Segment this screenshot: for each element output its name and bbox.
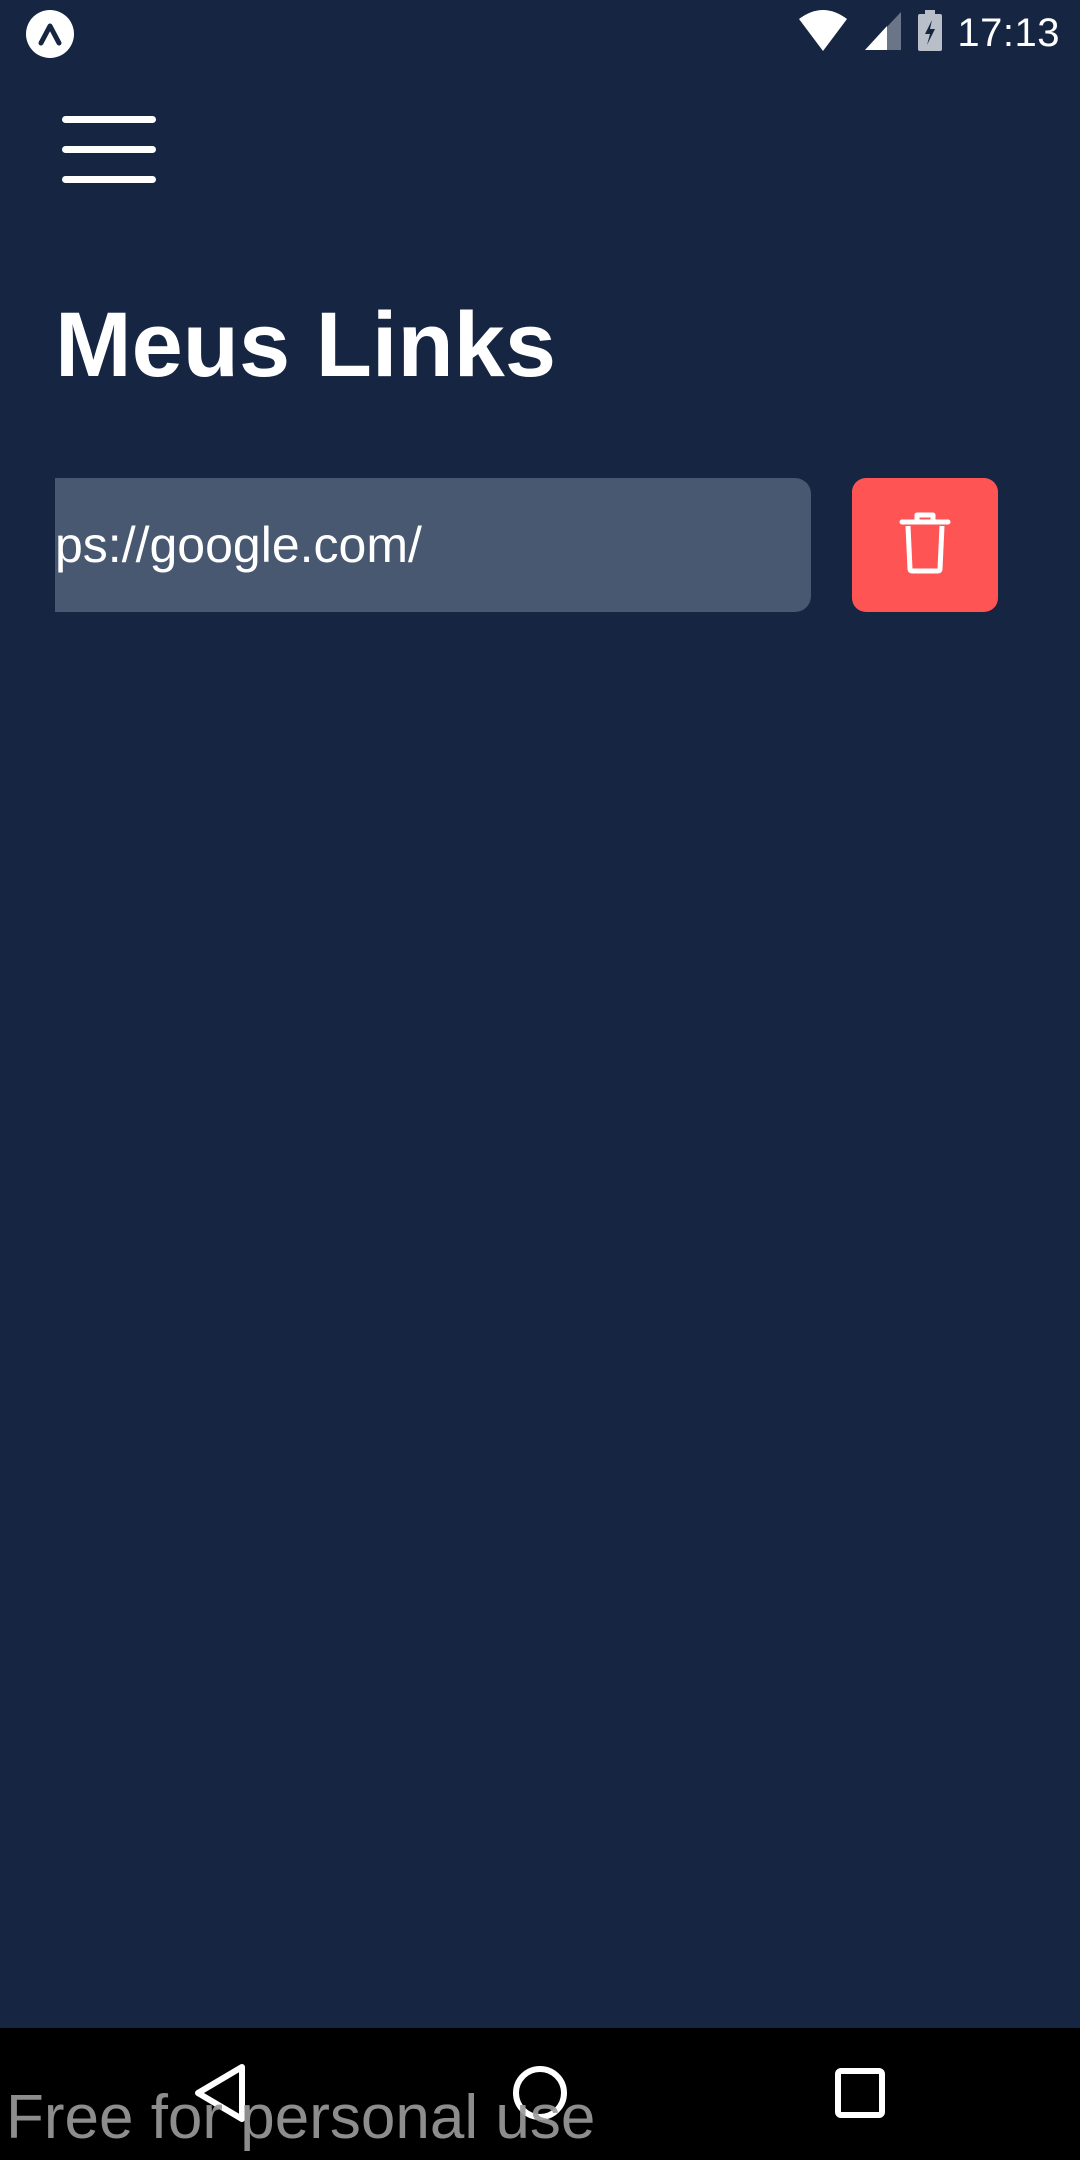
link-url-field[interactable]: ps://google.com/: [55, 478, 811, 612]
cell-signal-icon: [863, 10, 903, 57]
screen: 17:13 Meus Links ps://google.com/ Free f…: [0, 0, 1080, 2160]
menu-bar-middle: [62, 146, 156, 153]
page-title: Meus Links: [55, 294, 557, 396]
status-time: 17:13: [957, 10, 1060, 55]
system-nav-bar: [0, 2028, 1080, 2160]
status-indicators: 17:13: [797, 8, 1060, 58]
menu-bar-top: [62, 116, 156, 123]
delete-link-button[interactable]: [852, 478, 998, 612]
link-url-scroll: ps://google.com/: [55, 478, 811, 612]
battery-charging-icon: [917, 9, 943, 57]
link-item: ps://google.com/: [55, 478, 999, 612]
status-bar: 17:13: [0, 0, 1080, 66]
wifi-icon: [797, 9, 849, 58]
hamburger-menu-icon[interactable]: [62, 116, 156, 186]
link-url-text: ps://google.com/: [55, 517, 422, 573]
home-icon[interactable]: [495, 2048, 585, 2138]
recents-icon[interactable]: [815, 2048, 905, 2138]
app-badge-icon: [26, 10, 74, 58]
back-icon[interactable]: [175, 2048, 265, 2138]
trash-icon: [899, 512, 951, 579]
menu-bar-bottom: [62, 176, 156, 183]
